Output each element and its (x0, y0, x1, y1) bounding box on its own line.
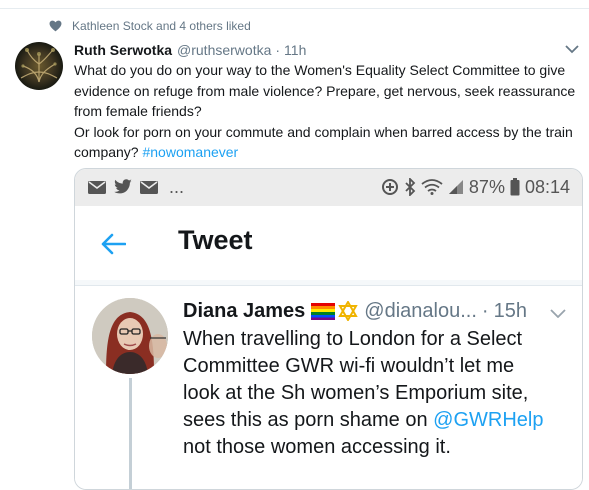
author-name[interactable]: Ruth Serwotka (74, 42, 172, 58)
embedded-author-handle[interactable]: @dianalou... (364, 300, 477, 323)
tweet-paragraph-2: Or look for porn on your commute and com… (74, 122, 579, 163)
status-bar-left: ... (87, 177, 184, 197)
embedded-line-1: When travelling to London for a Select (183, 328, 523, 350)
rainbow-flag-icon (311, 302, 336, 320)
embedded-timestamp[interactable]: 15h (494, 300, 527, 323)
author-handle[interactable]: @ruthserwotka (177, 42, 271, 58)
social-context-text: Kathleen Stock and 4 others liked (72, 19, 251, 33)
heart-icon (49, 20, 62, 32)
signal-icon (448, 180, 463, 194)
embedded-author-name[interactable]: Diana James (183, 300, 305, 323)
bluetooth-icon (405, 178, 416, 196)
embedded-line-5: not those women accessing it. (183, 436, 451, 458)
embedded-line-2: Committee GWR wi-fi wouldn’t let me (183, 355, 515, 377)
avatar-pattern (20, 48, 58, 83)
embedded-line-4: sees this as porn shame on @GWRHelp (183, 407, 573, 434)
tweet-text: What do you do on your way to the Women'… (74, 60, 579, 163)
tweet-timestamp[interactable]: 11h (284, 42, 306, 58)
data-saver-icon (381, 179, 398, 195)
embedded-tweet-text: When travelling to London for a Select C… (183, 326, 573, 461)
status-time: 08:14 (524, 176, 570, 197)
mail-icon (88, 180, 106, 194)
social-context[interactable]: Kathleen Stock and 4 others liked (49, 17, 251, 35)
star-of-david-icon (338, 301, 359, 321)
separator-dot: · (275, 42, 281, 58)
twitter-bird-icon (114, 179, 132, 194)
mail-icon (140, 180, 158, 194)
battery-percent: 87% (468, 176, 505, 197)
author-avatar[interactable] (15, 42, 63, 90)
chevron-down-icon[interactable] (565, 44, 579, 54)
tweet-header: Ruth Serwotka @ruthserwotka · 11h (74, 40, 577, 60)
status-bar: ... 87% 08:14 (75, 169, 582, 206)
avatar-photo (92, 298, 168, 374)
top-divider (0, 0, 589, 9)
mention-link[interactable]: @GWRHelp (433, 409, 543, 431)
name-emojis (311, 301, 359, 321)
attached-screenshot[interactable]: ... 87% 08:14 Tweet Diana James @dianalo… (74, 168, 583, 490)
hashtag-link[interactable]: #nowomanever (142, 144, 238, 160)
battery-icon (510, 178, 520, 196)
back-arrow-icon[interactable] (100, 233, 126, 255)
wifi-icon (421, 179, 443, 195)
embedded-separator-dot: · (481, 299, 489, 322)
status-overflow: ... (169, 176, 185, 197)
app-bar-title: Tweet (178, 225, 253, 255)
status-bar-right: 87% 08:14 (381, 177, 570, 197)
chevron-down-icon[interactable] (550, 308, 566, 318)
embedded-tweet[interactable]: Diana James @dianalou... · 15h When trav… (75, 286, 582, 489)
embedded-line-3: look at the Sh women’s Emporium site, (183, 382, 529, 404)
embedded-author-avatar[interactable] (92, 298, 168, 374)
app-bar: Tweet (75, 206, 582, 281)
thread-connector (129, 378, 132, 489)
embedded-tweet-header: Diana James @dianalou... · 15h (183, 296, 562, 326)
tweet-paragraph-1: What do you do on your way to the Women'… (74, 62, 576, 119)
embedded-line-4-text: sees this as porn shame on (183, 409, 434, 431)
